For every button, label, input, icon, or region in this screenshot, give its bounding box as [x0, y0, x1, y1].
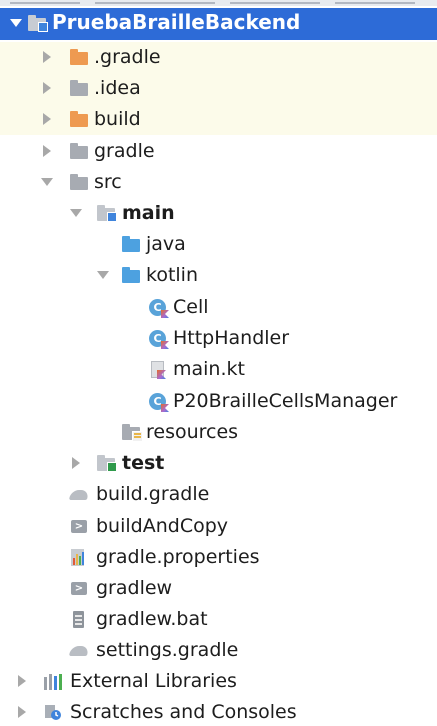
tree-item-gradlew[interactable]: > gradlew [0, 573, 437, 604]
chevron-right-icon[interactable] [43, 51, 51, 63]
chevron-right-icon[interactable] [43, 145, 51, 157]
tree-item-label: gradlew.bat [96, 608, 208, 630]
tree-item-label: main [122, 202, 175, 224]
chevron-down-icon[interactable] [97, 271, 109, 279]
chevron-right-icon[interactable] [43, 113, 51, 125]
kotlin-class-icon: C [149, 299, 169, 318]
tree-item-label: .idea [94, 77, 141, 99]
module-folder-icon [28, 15, 48, 32]
folder-orange-icon [70, 111, 88, 128]
gradle-icon [68, 642, 90, 659]
folder-gray-icon [70, 174, 88, 191]
tree-item-label: kotlin [146, 264, 198, 286]
folder-gray-icon [70, 143, 88, 160]
tree-item-cell[interactable]: C Cell [0, 292, 437, 323]
tree-item-dot-idea[interactable]: .idea [0, 73, 437, 104]
batch-file-icon [70, 611, 88, 628]
libraries-icon [44, 673, 62, 690]
tree-item-src[interactable]: src [0, 167, 437, 198]
tree-root-label: PruebaBrailleBackend [52, 10, 301, 34]
tree-item-http-handler[interactable]: C HttpHandler [0, 323, 437, 354]
source-folder-icon [122, 236, 140, 253]
tree-item-label: resources [146, 421, 239, 443]
shell-script-icon: > [70, 580, 88, 597]
shell-script-icon: > [70, 518, 88, 535]
module-folder-icon [97, 205, 117, 222]
tree-item-main-kt[interactable]: main.kt [0, 354, 437, 385]
tree-item-scratches-and-consoles[interactable]: Scratches and Consoles [0, 697, 437, 725]
tree-item-build-folder[interactable]: build [0, 104, 437, 135]
tree-item-build-and-copy[interactable]: > buildAndCopy [0, 511, 437, 542]
tree-item-label: src [94, 171, 122, 193]
tree-item-label: Scratches and Consoles [70, 701, 297, 723]
source-folder-icon [122, 267, 140, 284]
tree-item-kotlin[interactable]: kotlin [0, 260, 437, 291]
kotlin-class-icon: C [149, 330, 169, 349]
tree-item-label: java [146, 233, 186, 255]
tree-item-test[interactable]: test [0, 448, 437, 479]
tree-item-label: gradle.properties [96, 546, 260, 568]
tree-item-label: .gradle [94, 46, 161, 68]
tree-item-dot-gradle[interactable]: .gradle [0, 42, 437, 73]
chevron-right-icon[interactable] [43, 82, 51, 94]
tree-item-label: buildAndCopy [96, 515, 229, 537]
tree-item-label: settings.gradle [96, 639, 239, 661]
tree-item-resources[interactable]: resources [0, 417, 437, 448]
tree-item-label: build.gradle [96, 483, 210, 505]
tree-item-label: HttpHandler [173, 327, 290, 349]
tree-item-label: build [94, 108, 141, 130]
scratches-icon [44, 704, 62, 721]
tree-item-gradle-properties[interactable]: gradle.properties [0, 542, 437, 573]
tree-item-label: test [122, 452, 165, 474]
tree-item-label: Cell [173, 296, 209, 318]
tree-item-settings-gradle[interactable]: settings.gradle [0, 635, 437, 666]
kotlin-file-icon [149, 361, 167, 379]
tree-item-gradlew-bat[interactable]: gradlew.bat [0, 604, 437, 635]
tree-item-p20-braille-cells-manager[interactable]: C P20BrailleCellsManager [0, 386, 437, 417]
tree-item-label: External Libraries [70, 670, 237, 692]
tree-item-label: gradlew [96, 577, 173, 599]
chevron-down-icon[interactable] [41, 178, 53, 186]
tree-item-label: gradle [94, 140, 155, 162]
tree-item-gradle-folder[interactable]: gradle [0, 136, 437, 167]
properties-icon [70, 549, 88, 566]
resources-folder-icon [122, 424, 143, 442]
kotlin-class-icon: C [149, 393, 169, 412]
tree-root-prueba-braille-backend[interactable]: PruebaBrailleBackend [0, 8, 437, 40]
tree-item-build-gradle[interactable]: build.gradle [0, 479, 437, 510]
folder-orange-icon [70, 49, 88, 66]
chevron-right-icon[interactable] [72, 457, 80, 469]
chevron-down-icon[interactable] [70, 209, 82, 217]
gradle-icon [68, 486, 90, 503]
folder-gray-icon [70, 80, 88, 97]
chevron-down-icon[interactable] [10, 19, 22, 27]
tree-item-external-libraries[interactable]: External Libraries [0, 666, 437, 697]
chevron-right-icon[interactable] [18, 706, 26, 718]
tree-item-label: P20BrailleCellsManager [173, 390, 398, 412]
project-tree[interactable]: PruebaBrailleBackend .gradle .idea build… [0, 0, 437, 725]
tree-item-java[interactable]: java [0, 229, 437, 260]
module-folder-icon [97, 455, 117, 472]
tree-item-main[interactable]: main [0, 198, 437, 229]
chevron-right-icon[interactable] [18, 675, 26, 687]
tree-item-label: main.kt [173, 358, 245, 380]
